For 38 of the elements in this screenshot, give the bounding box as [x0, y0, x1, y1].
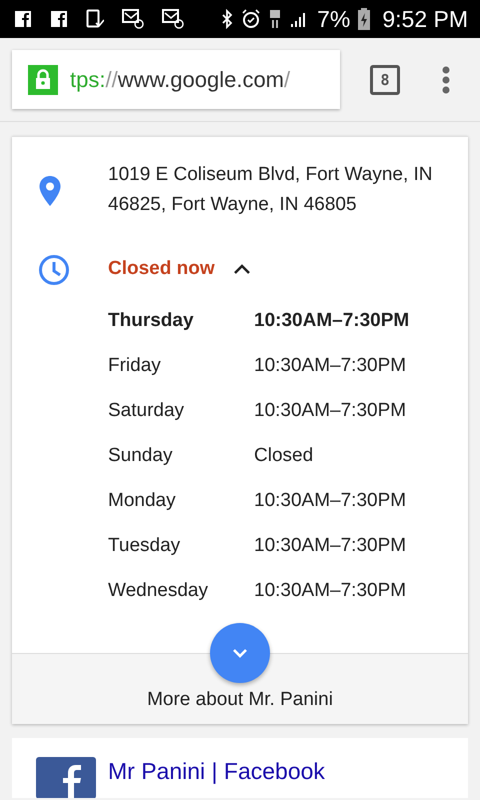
url-text: tps://www.google.com/	[70, 66, 290, 92]
day-name: Tuesday	[108, 534, 182, 558]
lock-icon	[28, 64, 58, 94]
opening-hours: 10:30AM–7:30PM	[254, 534, 408, 558]
battery-level: 7%	[317, 6, 350, 32]
opening-hours: 10:30AM–7:30PM	[254, 398, 408, 422]
clock-icon	[38, 254, 70, 286]
tab-switcher-button[interactable]: 8	[370, 64, 400, 94]
day-name: Thursday	[108, 308, 195, 332]
day-name: Saturday	[108, 398, 186, 422]
facebook-icon	[14, 10, 32, 28]
address-text: 1019 E Coliseum Blvd, Fort Wayne, IN 46825, Fort Wayne, IN 46805	[108, 163, 434, 217]
mail-icon	[122, 9, 144, 29]
network-icon	[269, 9, 282, 29]
opening-hours: 10:30AM–7:30PM	[254, 308, 410, 332]
open-status: Closed now	[108, 258, 215, 280]
day-name: Monday	[108, 488, 177, 512]
more-about-link[interactable]: More about Mr. Panini	[147, 689, 333, 724]
opening-hours: 10:30AM–7:30PM	[254, 488, 408, 512]
phone-check-icon	[86, 9, 104, 29]
opening-hours: 10:30AM–7:30PM	[254, 578, 408, 602]
clock-time: 9:52 PM	[382, 6, 468, 32]
chevron-down-icon	[232, 648, 248, 658]
opening-hours: Closed	[254, 444, 314, 468]
facebook-icon	[50, 10, 68, 28]
day-name: Sunday	[108, 444, 174, 468]
day-name: Friday	[108, 354, 162, 378]
more-menu-icon[interactable]	[442, 66, 450, 94]
bluetooth-icon	[221, 9, 234, 29]
url-field[interactable]: tps://www.google.com/	[12, 50, 340, 109]
location-pin-icon	[38, 175, 62, 207]
expand-button[interactable]	[210, 623, 270, 683]
collapse-chevron-icon[interactable]	[232, 262, 251, 276]
mail-icon	[162, 9, 184, 29]
opening-hours: 10:30AM–7:30PM	[254, 354, 408, 378]
battery-icon	[358, 8, 370, 30]
day-name: Wednesday	[108, 578, 209, 602]
alarm-icon	[241, 9, 262, 29]
